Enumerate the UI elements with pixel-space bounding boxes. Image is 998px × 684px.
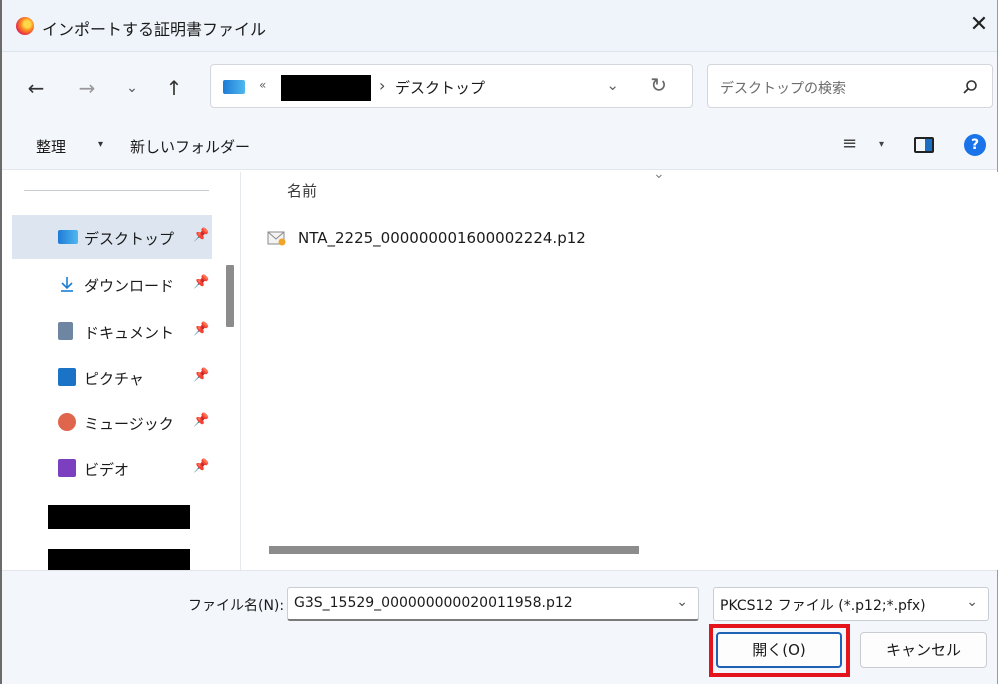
music-icon — [58, 413, 76, 431]
address-dropdown-button[interactable]: ⌄ — [606, 76, 619, 94]
redacted-sidebar-item[interactable] — [48, 505, 190, 529]
scrollbar-thumb[interactable] — [226, 265, 234, 327]
title-bar: インポートする証明書ファイル ✕ — [2, 0, 997, 52]
sidebar-item-music[interactable]: ミュージック 📌 — [12, 400, 212, 444]
file-item[interactable]: NTA_2225_000000001600002224.p12 — [265, 224, 705, 254]
sidebar-item-label: ピクチャ — [84, 370, 144, 388]
address-bar[interactable]: « › デスクトップ ⌄ ↻ — [210, 64, 693, 108]
file-selection-footer: ファイル名(N): G3S_15529_000000000020011958.p… — [2, 570, 997, 684]
sidebar-item-downloads[interactable]: ダウンロード 📌 — [12, 262, 212, 306]
sidebar-item-label: ドキュメント — [84, 324, 175, 342]
firefox-icon — [16, 17, 34, 35]
import-certificate-dialog: インポートする証明書ファイル ✕ ← → ⌄ ↑ « › デスクトップ ⌄ ↻ … — [0, 0, 998, 684]
filename-label: ファイル名(N): — [188, 598, 285, 614]
up-button[interactable]: ↑ — [162, 76, 186, 100]
sidebar-item-videos[interactable]: ビデオ 📌 — [12, 446, 212, 490]
desktop-folder-icon — [58, 230, 78, 244]
address-overflow-chevron[interactable]: « — [259, 78, 266, 92]
pin-icon[interactable]: 📌 — [193, 459, 209, 474]
redacted-path-segment — [281, 75, 371, 101]
sidebar-item-label: ダウンロード — [84, 277, 175, 295]
command-bar: 整理 ▾ 新しいフォルダー ≡ ▾ ? — [2, 120, 997, 170]
chevron-down-icon[interactable]: ⌄ — [676, 594, 688, 610]
chevron-down-icon[interactable]: ▾ — [98, 139, 103, 150]
back-button[interactable]: ← — [24, 76, 48, 100]
sort-indicator-icon: ⌄ — [653, 166, 665, 182]
filename-field[interactable]: G3S_15529_000000000020011958.p12 ⌄ — [287, 587, 699, 621]
forward-button[interactable]: → — [75, 76, 99, 100]
navigation-pane: デスクトップ 📌 ダウンロード 📌 ドキュメント 📌 ピクチャ 📌 ミュージック — [10, 172, 234, 570]
search-placeholder: デスクトップの検索 — [720, 81, 846, 97]
search-icon[interactable] — [962, 79, 978, 95]
filetype-select[interactable]: PKCS12 ファイル (*.p12;*.pfx) ⌄ — [713, 587, 989, 621]
sidebar-item-documents[interactable]: ドキュメント 📌 — [12, 309, 212, 353]
pictures-icon — [58, 368, 76, 386]
help-icon[interactable]: ? — [964, 134, 986, 156]
file-name: NTA_2225_000000001600002224.p12 — [298, 229, 586, 247]
breadcrumb-separator[interactable]: › — [379, 76, 385, 95]
window-title: インポートする証明書ファイル — [42, 20, 267, 39]
recent-locations-button[interactable]: ⌄ — [120, 76, 144, 100]
desktop-folder-icon — [223, 80, 245, 94]
pin-icon[interactable]: 📌 — [193, 368, 209, 383]
chevron-down-icon[interactable]: ⌄ — [966, 594, 978, 610]
refresh-button[interactable]: ↻ — [650, 73, 667, 97]
sidebar-item-pictures[interactable]: ピクチャ 📌 — [12, 355, 212, 399]
preview-pane-icon[interactable] — [914, 137, 934, 153]
sidebar-item-desktop[interactable]: デスクトップ 📌 — [12, 215, 212, 259]
download-icon — [61, 277, 73, 292]
redacted-sidebar-item[interactable] — [48, 549, 190, 570]
pin-icon[interactable]: 📌 — [193, 228, 209, 243]
organize-button[interactable]: 整理 — [36, 136, 66, 157]
new-folder-button[interactable]: 新しいフォルダー — [130, 136, 250, 157]
cancel-button[interactable]: キャンセル — [860, 632, 987, 668]
certificate-file-icon — [267, 231, 286, 246]
view-options-icon[interactable]: ≡ — [842, 133, 857, 154]
pin-icon[interactable]: 📌 — [193, 413, 209, 428]
filetype-value: PKCS12 ファイル (*.p12;*.pfx) — [720, 598, 926, 614]
pin-icon[interactable]: 📌 — [193, 322, 209, 337]
breadcrumb-current[interactable]: デスクトップ — [395, 77, 485, 98]
documents-icon — [58, 322, 73, 340]
close-button[interactable]: ✕ — [965, 10, 993, 40]
column-header-name[interactable]: 名前 — [287, 180, 317, 201]
sidebar-item-label: ビデオ — [84, 461, 130, 479]
videos-icon — [58, 459, 76, 477]
filename-value: G3S_15529_000000000020011958.p12 — [294, 595, 573, 611]
open-button[interactable]: 開く(O) — [716, 632, 842, 668]
horizontal-scrollbar[interactable] — [269, 546, 639, 554]
navigation-bar: ← → ⌄ ↑ « › デスクトップ ⌄ ↻ デスクトップの検索 — [2, 52, 997, 120]
sidebar-item-label: デスクトップ — [84, 230, 175, 248]
divider — [24, 190, 209, 191]
pin-icon[interactable]: 📌 — [193, 275, 209, 290]
sidebar-item-label: ミュージック — [84, 415, 174, 433]
chevron-down-icon[interactable]: ▾ — [879, 139, 884, 150]
file-list: ⌄ 名前 NTA_2225_000000001600002224.p12 — [240, 166, 998, 570]
search-input[interactable]: デスクトップの検索 — [707, 64, 993, 108]
